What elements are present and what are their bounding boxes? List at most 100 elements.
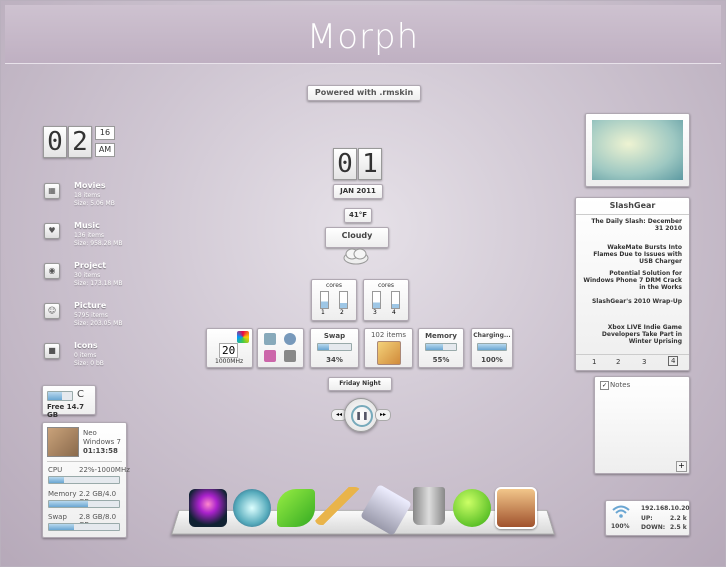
- folder-project[interactable]: ◉ Project 30 items Size: 173.18 MB: [44, 261, 154, 301]
- color-icon: [237, 331, 249, 343]
- cloud-icon: [343, 248, 369, 265]
- folder-picture[interactable]: ☺ Picture 5795 items Size: 203.05 MB: [44, 301, 154, 341]
- swap-bar: [48, 523, 120, 531]
- app-icon[interactable]: [284, 333, 296, 345]
- folder-name: Icons: [74, 341, 98, 350]
- memory-widget-label: Memory: [425, 332, 457, 340]
- folder-count: 5795 items: [74, 312, 108, 319]
- heart-icon: ♥: [44, 223, 60, 239]
- weather-condition: Cloudy: [325, 227, 389, 248]
- safari-icon[interactable]: [233, 489, 271, 527]
- photo-frame[interactable]: [585, 113, 690, 187]
- cpu-bar: [48, 476, 120, 484]
- photo-image: [592, 120, 683, 180]
- feed-item[interactable]: The Daily Slash: December 31 2010: [582, 218, 682, 232]
- cores-label: cores: [377, 282, 395, 289]
- cpu-label: CPU: [48, 466, 63, 474]
- powered-badge[interactable]: Powered with .rmskin: [307, 85, 421, 101]
- feed-item[interactable]: WakeMate Bursts Into Flames Due to Issue…: [582, 244, 682, 265]
- play-pause-button[interactable]: ❚❚: [344, 398, 378, 432]
- feed-item[interactable]: Xbox LIVE Indie Game Developers Take Par…: [582, 324, 682, 345]
- temperature: 41°F: [344, 208, 372, 223]
- folder-name: Music: [74, 221, 100, 230]
- feed-item[interactable]: Potential Solution for Windows Phone 7 D…: [582, 270, 682, 291]
- cores-widget-2: cores 3 4: [363, 279, 409, 321]
- clock-ampm: AM: [95, 143, 115, 157]
- os-name: Windows 7: [83, 438, 121, 446]
- folder-count: 30 items: [74, 272, 101, 279]
- drive-letter: C: [77, 389, 84, 400]
- wifi-signal: 100%: [611, 523, 630, 530]
- add-note-button[interactable]: +: [676, 461, 687, 472]
- launcher-grid[interactable]: [257, 328, 304, 368]
- app-icon[interactable]: [264, 333, 276, 345]
- folder-size: Size: 958.28 MB: [74, 240, 123, 247]
- notes-checkbox[interactable]: ✓: [600, 381, 609, 390]
- ip-address: 192.168.10.20: [641, 505, 690, 512]
- desktop: Morph Powered with .rmskin 0 2 16 AM ▦ Mo…: [0, 0, 726, 567]
- folder-movies[interactable]: ▦ Movies 18 items Size: 5.06 MB: [44, 181, 154, 221]
- notes-widget[interactable]: ✓ Notes +: [594, 376, 690, 474]
- smiley-icon: ☺: [44, 303, 60, 319]
- magic-hat-icon[interactable]: [189, 489, 227, 527]
- folder-icons[interactable]: ■ Icons 0 items Size: 0 bB: [44, 341, 154, 381]
- disk-free-label: Free 14.7 GB: [47, 403, 84, 419]
- apple-icon[interactable]: [453, 489, 491, 527]
- folder-name: Movies: [74, 181, 106, 190]
- feed-title: SlashGear: [576, 198, 689, 215]
- clock-hour-digit-1: 0: [43, 126, 67, 158]
- app-icon[interactable]: [284, 350, 296, 362]
- folder-name: Picture: [74, 301, 107, 310]
- page-4[interactable]: 4: [668, 356, 679, 366]
- swap-label: Swap: [48, 513, 67, 521]
- month-year: JAN 2011: [333, 184, 383, 199]
- core-number: 1: [321, 309, 325, 316]
- page-title: Morph: [306, 17, 420, 57]
- disk-usage-bar: [47, 391, 73, 401]
- page-2[interactable]: 2: [616, 358, 620, 366]
- portrait-icon[interactable]: [495, 487, 537, 529]
- playlist-name[interactable]: Friday Night: [328, 377, 392, 391]
- core-number: 2: [340, 309, 344, 316]
- page-3[interactable]: 3: [642, 358, 646, 366]
- recycle-count: 102 items: [370, 331, 407, 339]
- memory-label: Memory: [48, 490, 77, 498]
- user-name: Neo: [83, 429, 97, 437]
- trash-icon[interactable]: [413, 487, 445, 525]
- swap-widget-value: 34%: [326, 356, 343, 364]
- film-icon: ▦: [44, 183, 60, 199]
- upload-value: 2.2 k: [670, 515, 687, 522]
- cpu-meter-value: 20: [219, 343, 239, 358]
- folder-music[interactable]: ♥ Music 136 items Size: 958.28 MB: [44, 221, 154, 261]
- battery-value: 100%: [481, 356, 503, 364]
- cores-widget-1: cores 1 2: [311, 279, 357, 321]
- app-icon[interactable]: [264, 350, 276, 362]
- folder-size: Size: 173.18 MB: [74, 280, 123, 287]
- clock-hour-digit-2: 2: [68, 126, 92, 158]
- memory-widget-bar: [425, 343, 457, 351]
- folder-size: Size: 203.05 MB: [74, 320, 123, 327]
- date-digit-2: 1: [358, 148, 382, 180]
- swap-widget-bar: [317, 343, 352, 351]
- memory-widget-value: 55%: [432, 356, 450, 364]
- recycle-bin-widget[interactable]: 102 items: [364, 328, 413, 368]
- pencil-icon[interactable]: [315, 487, 361, 525]
- box-icon: [377, 341, 401, 365]
- cpu-value: 22%-1000MHz: [79, 466, 130, 474]
- folder-name: Project: [74, 261, 107, 270]
- title-bar: Morph: [5, 5, 721, 64]
- disk-widget[interactable]: C Free 14.7 GB: [42, 385, 96, 419]
- memory-widget: Memory 55%: [418, 328, 464, 368]
- next-button[interactable]: ▸▸: [375, 409, 391, 421]
- folder-count: 0 items: [74, 352, 97, 359]
- feed-item[interactable]: SlashGear's 2010 Wrap-Up: [582, 298, 682, 305]
- folder-count: 136 items: [74, 232, 105, 239]
- page-1[interactable]: 1: [592, 358, 596, 366]
- memory-bar: [48, 500, 120, 508]
- avatar: [47, 427, 79, 457]
- core-number: 4: [392, 309, 396, 316]
- battery-bar: [477, 343, 507, 351]
- rss-feed-widget: SlashGear The Daily Slash: December 31 2…: [575, 197, 690, 371]
- leaf-icon[interactable]: [277, 489, 315, 527]
- network-widget: 100% 192.168.10.20 UP: 2.2 k DOWN: 2.5 k: [605, 500, 690, 536]
